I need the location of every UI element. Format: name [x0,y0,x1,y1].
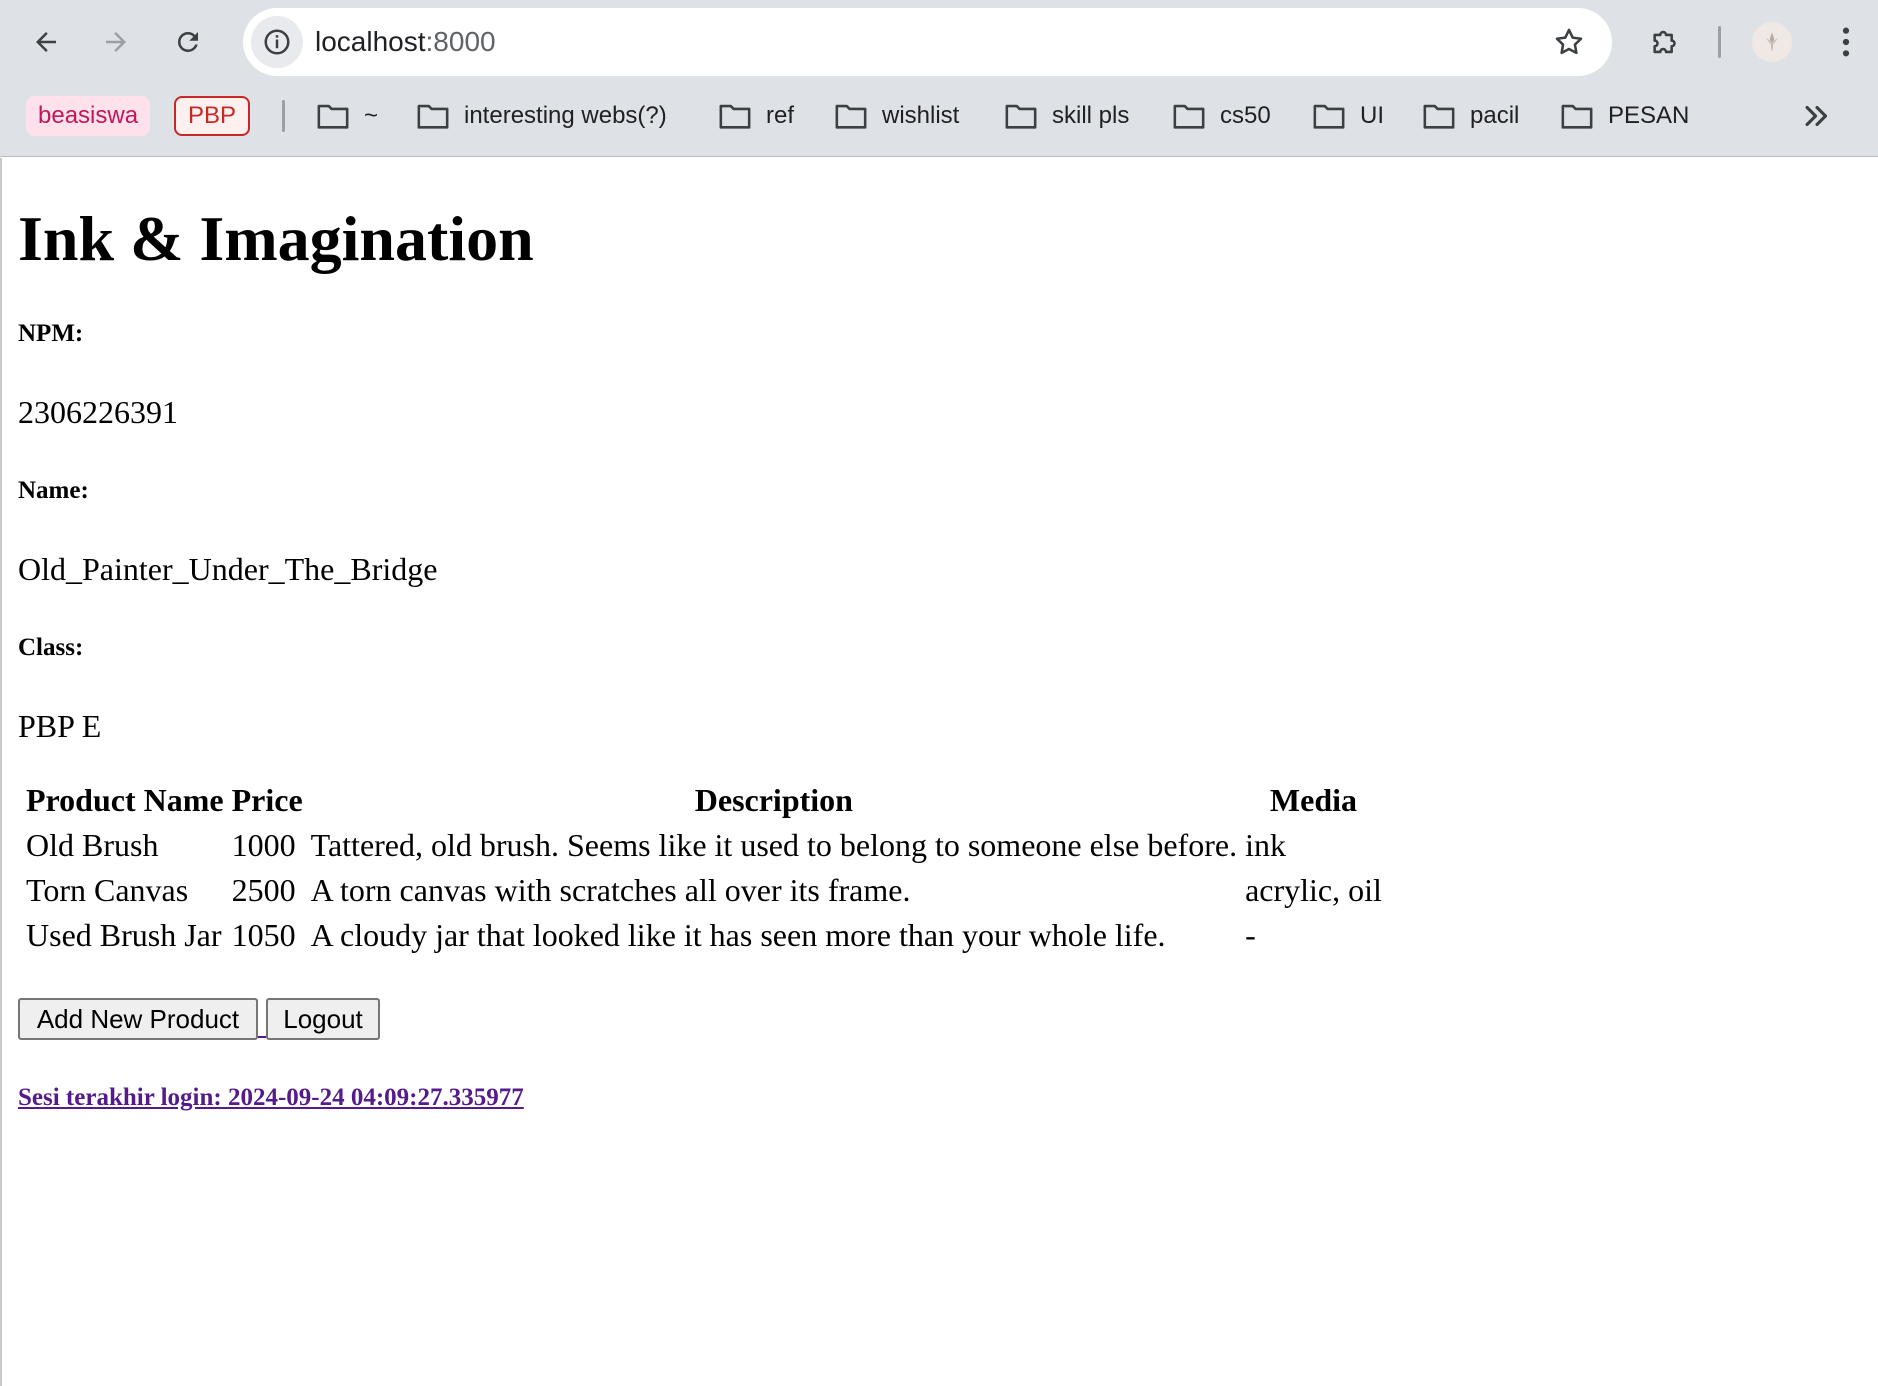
folder-icon [1173,104,1205,129]
class-label: Class: [18,634,84,661]
bookmark-folder-label: interesting webs(?) [464,102,667,129]
bookmark-star-icon[interactable] [1552,25,1586,59]
extensions-button[interactable] [1644,20,1688,64]
table-row: Used Brush Jar 1050 A cloudy jar that lo… [24,915,1384,956]
avatar-image-icon [1765,32,1779,52]
profile-avatar[interactable] [1752,22,1792,62]
bookmark-folder-label: UI [1360,102,1384,129]
arrow-left-icon [36,32,56,52]
url-text[interactable]: localhost:8000 [315,8,496,76]
class-value: PBP E [18,708,102,744]
description-cell: A cloudy jar that looked like it has see… [310,917,1166,953]
arrow-right-icon [106,32,126,52]
media-cell: acrylic, oil [1245,872,1382,908]
bookmark-folder-label: ~ [364,102,379,129]
bookmark-folder-pesan[interactable]: PESAN [1560,96,1689,136]
product-name-cell: Torn Canvas [26,872,189,908]
product-name-cell: Used Brush Jar [26,917,222,953]
last-login-text: Sesi terakhir login: 2024-09-24 04:09:27… [18,1084,524,1111]
price-cell: 1050 [231,917,296,953]
bookmark-folder-label: pacil [1470,102,1520,129]
bookmark-folder-wishlist[interactable]: wishlist [834,96,959,136]
page-content: Ink & Imagination NPM: 2306226391 Name: … [0,158,1878,1386]
site-info-button[interactable] [251,16,303,68]
bookmark-folder-skill-pls[interactable]: skill pls [1004,96,1129,136]
bookmark-folder-ref[interactable]: ref [718,96,794,136]
browser-chrome: localhost:8000 beasiswa PBP ~ interestin… [0,0,1878,157]
bookmark-folder-cs50[interactable]: cs50 [1172,96,1271,136]
bookmark-folder-label: skill pls [1052,102,1130,129]
column-header-product-name: Product Name [26,782,224,818]
bookmark-folder-label: ref [766,102,795,129]
bookmark-folder-label: cs50 [1220,102,1271,129]
bookmark-folder-interesting-webs[interactable]: interesting webs(?) [416,96,667,136]
address-bar[interactable]: localhost:8000 [243,8,1612,76]
chevron-double-right-icon[interactable] [1800,99,1834,133]
column-header-price: Price [231,782,303,818]
media-cell: - [1245,917,1256,953]
table-header-row: Product Name Price Description Media [24,780,1384,821]
folder-icon [1313,104,1345,129]
npm-label: NPM: [18,320,84,347]
bookmark-pbp[interactable]: PBP [174,96,251,136]
npm-value: 2306226391 [18,394,178,430]
bookmarks-divider [282,100,285,132]
bookmark-beasiswa[interactable]: beasiswa [26,96,151,136]
reload-icon [178,32,198,52]
link-underline [258,1036,266,1038]
bookmark-folder-label: PESAN [1608,102,1690,129]
column-header-media: Media [1269,782,1358,818]
toolbar-divider [1718,26,1721,58]
menu-button[interactable] [1824,20,1868,64]
logout-button[interactable]: Logout [266,998,380,1040]
folder-icon [1561,104,1593,129]
folder-icon [1423,104,1455,129]
folder-icon [719,104,751,129]
add-new-product-button[interactable]: Add New Product [18,998,258,1040]
info-icon [264,29,290,55]
name-value: Old_Painter_Under_The_Bridge [18,551,438,587]
puzzle-icon [1653,30,1676,54]
bookmark-folder-home[interactable]: ~ [316,96,378,136]
url-port: :8000 [425,26,496,57]
folder-icon [317,104,349,129]
column-header-description: Description [694,782,853,818]
description-cell: A torn canvas with scratches all over it… [310,872,911,908]
name-label: Name: [18,477,89,504]
folder-icon [835,104,867,129]
folder-icon [417,104,449,129]
back-button[interactable] [24,20,68,64]
bookmark-folder-pacil[interactable]: pacil [1422,96,1519,136]
description-cell: Tattered, old brush. Seems like it used … [310,827,1238,863]
product-name-cell: Old Brush [26,827,159,863]
bookmark-folder-ui[interactable]: UI [1312,96,1384,136]
product-table: Product Name Price Description Media Old… [20,776,1388,960]
page-title: Ink & Imagination [18,203,534,274]
table-row: Old Brush 1000 Tattered, old brush. Seem… [24,825,1384,866]
price-cell: 2500 [231,872,296,908]
folder-icon [1005,104,1037,129]
forward-button[interactable] [94,20,138,64]
url-host: localhost [315,26,426,57]
kebab-menu-icon [1842,27,1850,57]
media-cell: ink [1245,827,1286,863]
bookmark-folder-label: wishlist [882,102,960,129]
price-cell: 1000 [231,827,296,863]
reload-button[interactable] [166,20,210,64]
table-row: Torn Canvas 2500 A torn canvas with scra… [24,870,1384,911]
